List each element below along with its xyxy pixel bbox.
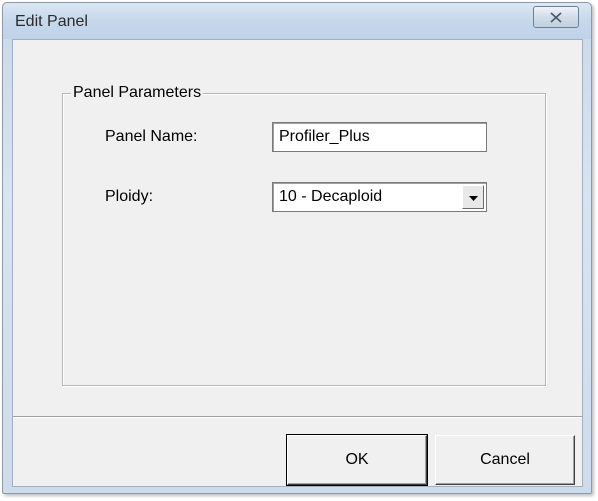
- ploidy-select[interactable]: 10 - Decaploid: [272, 182, 487, 212]
- cancel-button[interactable]: Cancel: [435, 435, 575, 485]
- panel-name-input[interactable]: Profiler_Plus: [272, 122, 487, 152]
- close-button[interactable]: [533, 6, 579, 28]
- ploidy-selected-value: 10 - Decaploid: [279, 188, 383, 205]
- button-separator: [13, 416, 582, 418]
- chevron-down-icon: [468, 188, 478, 206]
- group-legend: Panel Parameters: [71, 84, 204, 102]
- edit-panel-dialog: Edit Panel Panel Parameters Panel Name: …: [2, 2, 592, 494]
- window-title: Edit Panel: [15, 13, 88, 30]
- close-icon: [550, 11, 562, 23]
- ploidy-label: Ploidy:: [105, 188, 154, 205]
- ploidy-dropdown-button[interactable]: [462, 185, 484, 209]
- title-bar[interactable]: Edit Panel: [3, 3, 591, 39]
- dialog-client-area: Panel Parameters Panel Name: Profiler_Pl…: [12, 39, 583, 487]
- ok-button[interactable]: OK: [286, 434, 428, 486]
- panel-name-label: Panel Name:: [105, 128, 198, 145]
